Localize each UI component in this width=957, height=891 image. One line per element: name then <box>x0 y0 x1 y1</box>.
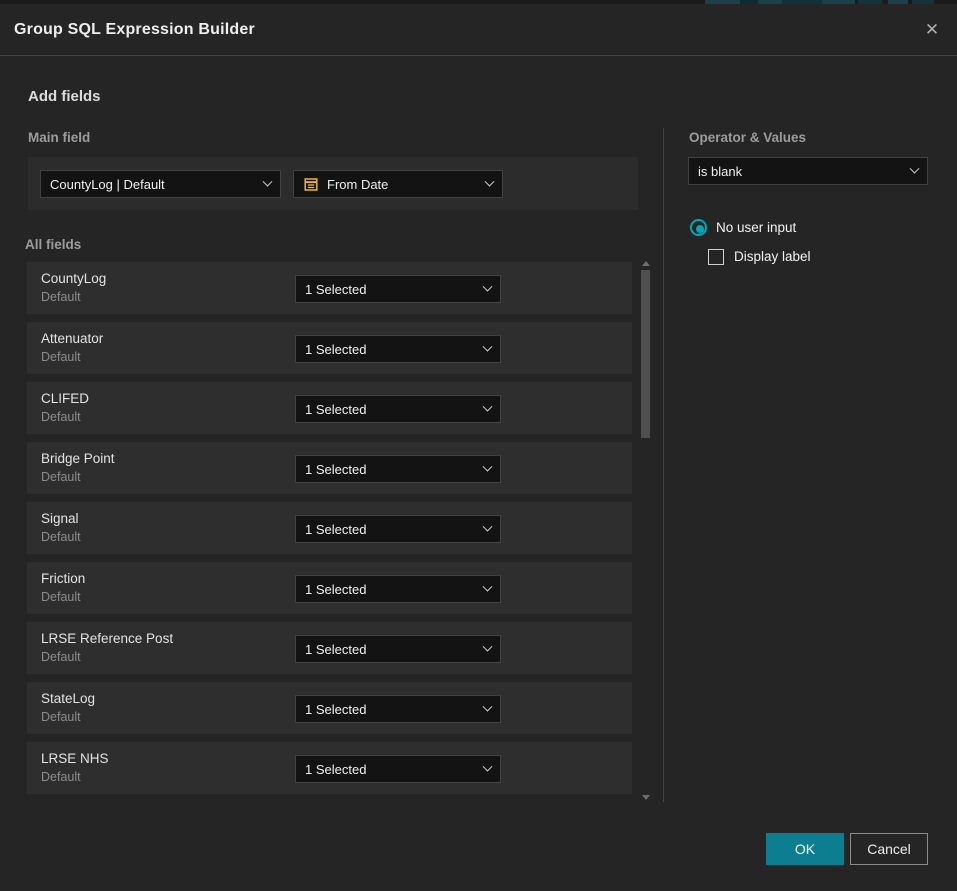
field-selected-dropdown[interactable]: 1 Selected <box>295 455 501 483</box>
field-name: CountyLog <box>41 271 106 286</box>
field-selected-dropdown[interactable]: 1 Selected <box>295 515 501 543</box>
field-selected-dropdown[interactable]: 1 Selected <box>295 575 501 603</box>
field-selected-dropdown[interactable]: 1 Selected <box>295 395 501 423</box>
add-fields-heading: Add fields <box>28 88 101 105</box>
field-sublabel: Default <box>41 470 81 484</box>
field-row-countylog: CountyLog Default 1 Selected <box>27 262 632 314</box>
field-row-friction: Friction Default 1 Selected <box>27 562 632 614</box>
field-selected-dropdown[interactable]: 1 Selected <box>295 755 501 783</box>
chevron-down-icon <box>910 163 920 173</box>
operator-values-title: Operator & Values <box>689 130 806 145</box>
dialog-header: Group SQL Expression Builder ✕ <box>0 4 957 55</box>
field-selected-value: 1 Selected <box>305 282 476 297</box>
field-name: StateLog <box>41 691 95 706</box>
field-name: LRSE Reference Post <box>41 631 173 646</box>
main-field-field-value: From Date <box>327 177 478 192</box>
field-row-clifed: CLIFED Default 1 Selected <box>27 382 632 434</box>
field-row-lrse-reference-post: LRSE Reference Post Default 1 Selected <box>27 622 632 674</box>
chevron-down-icon <box>485 176 495 186</box>
field-name: Friction <box>41 571 85 586</box>
display-label-checkbox[interactable] <box>708 249 724 265</box>
field-selected-dropdown[interactable]: 1 Selected <box>295 695 501 723</box>
field-sublabel: Default <box>41 290 81 304</box>
main-field-layer-value: CountyLog | Default <box>50 177 256 192</box>
field-selected-value: 1 Selected <box>305 582 476 597</box>
field-selected-dropdown[interactable]: 1 Selected <box>295 335 501 363</box>
chevron-down-icon <box>483 281 493 291</box>
field-selected-value: 1 Selected <box>305 342 476 357</box>
field-selected-dropdown[interactable]: 1 Selected <box>295 275 501 303</box>
column-divider <box>663 128 664 802</box>
chevron-down-icon <box>483 461 493 471</box>
field-selected-value: 1 Selected <box>305 402 476 417</box>
field-selected-value: 1 Selected <box>305 522 476 537</box>
field-name: Signal <box>41 511 79 526</box>
field-name: LRSE NHS <box>41 751 109 766</box>
chevron-down-icon <box>483 581 493 591</box>
operator-dropdown[interactable]: is blank <box>688 157 928 185</box>
field-row-signal: Signal Default 1 Selected <box>27 502 632 554</box>
field-selected-value: 1 Selected <box>305 462 476 477</box>
field-row-attenuator: Attenuator Default 1 Selected <box>27 322 632 374</box>
main-field-panel: CountyLog | Default From Date <box>28 157 638 210</box>
field-selected-value: 1 Selected <box>305 762 476 777</box>
field-row-statelog: StateLog Default 1 Selected <box>27 682 632 734</box>
main-field-layer-dropdown[interactable]: CountyLog | Default <box>40 170 281 198</box>
dialog-title: Group SQL Expression Builder <box>14 4 255 55</box>
scroll-up-icon[interactable] <box>642 261 650 266</box>
chevron-down-icon <box>483 521 493 531</box>
scrollbar-thumb[interactable] <box>641 270 650 438</box>
group-sql-expression-builder-dialog: Group SQL Expression Builder ✕ Add field… <box>0 0 957 891</box>
main-field-label: Main field <box>28 130 90 145</box>
display-label-label: Display label <box>734 249 811 264</box>
header-divider <box>0 55 957 56</box>
field-name: CLIFED <box>41 391 89 406</box>
ok-button[interactable]: OK <box>766 833 844 865</box>
field-selected-value: 1 Selected <box>305 702 476 717</box>
field-row-bridge-point: Bridge Point Default 1 Selected <box>27 442 632 494</box>
field-sublabel: Default <box>41 590 81 604</box>
field-sublabel: Default <box>41 410 81 424</box>
field-selected-dropdown[interactable]: 1 Selected <box>295 635 501 663</box>
no-user-input-radio[interactable] <box>690 219 707 236</box>
radio-selected-dot <box>696 225 704 233</box>
chevron-down-icon <box>263 176 273 186</box>
field-sublabel: Default <box>41 710 81 724</box>
chevron-down-icon <box>483 401 493 411</box>
field-sublabel: Default <box>41 530 81 544</box>
list-scrollbar[interactable] <box>640 258 651 803</box>
field-sublabel: Default <box>41 770 81 784</box>
operator-value: is blank <box>698 164 903 179</box>
calendar-icon <box>303 176 319 192</box>
close-icon[interactable]: ✕ <box>919 17 945 43</box>
chevron-down-icon <box>483 641 493 651</box>
main-field-field-dropdown[interactable]: From Date <box>293 170 503 198</box>
field-name: Bridge Point <box>41 451 115 466</box>
field-sublabel: Default <box>41 650 81 664</box>
no-user-input-label: No user input <box>716 220 796 235</box>
field-sublabel: Default <box>41 350 81 364</box>
chevron-down-icon <box>483 341 493 351</box>
chevron-down-icon <box>483 701 493 711</box>
field-row-lrse-nhs: LRSE NHS Default 1 Selected <box>27 742 632 794</box>
field-selected-value: 1 Selected <box>305 642 476 657</box>
field-name: Attenuator <box>41 331 103 346</box>
cancel-button[interactable]: Cancel <box>850 833 928 865</box>
scroll-down-icon[interactable] <box>642 795 650 800</box>
chevron-down-icon <box>483 761 493 771</box>
all-fields-label: All fields <box>25 237 81 252</box>
